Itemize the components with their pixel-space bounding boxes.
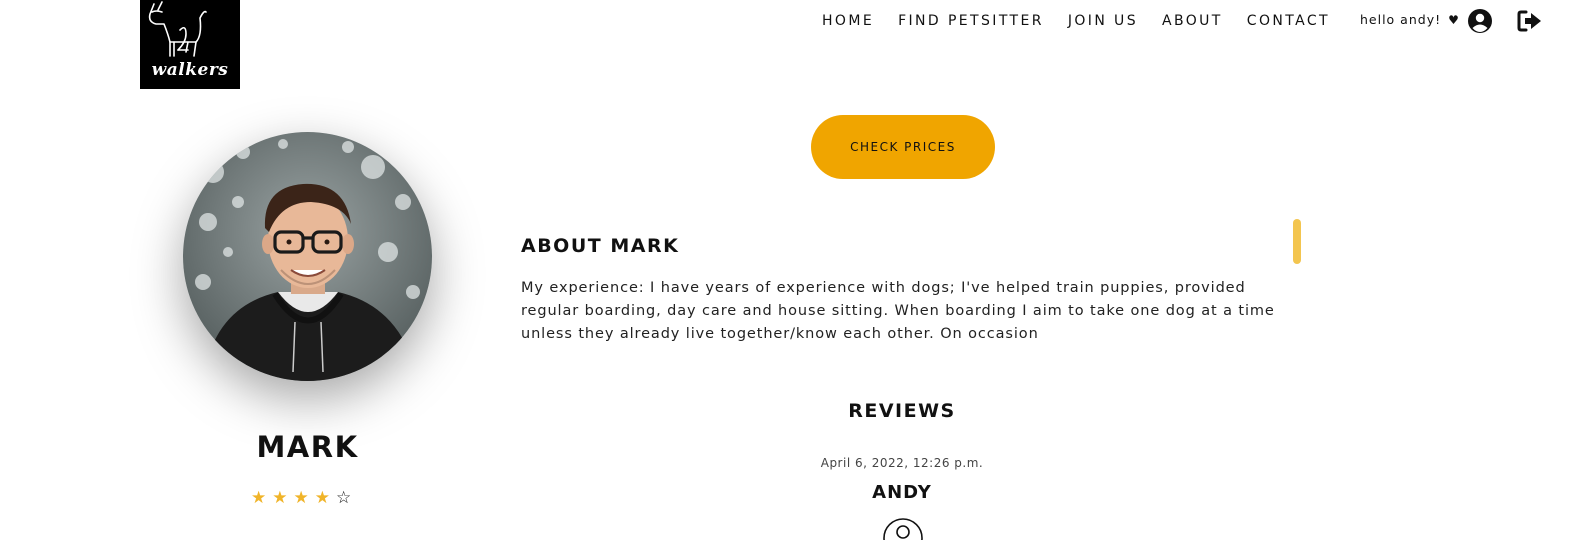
logo-wordmark: walkers [151, 60, 229, 80]
check-prices-button[interactable]: CHECK PRICES [811, 115, 995, 179]
about-text: My experience: I have years of experienc… [521, 280, 1275, 342]
main-nav: HOME FIND PETSITTER JOIN US ABOUT CONTAC… [822, 11, 1354, 31]
star-filled-icon: ★ [314, 488, 330, 508]
review-date: April 6, 2022, 12:26 p.m. [820, 456, 984, 470]
reviewer-avatar-icon [883, 518, 923, 540]
greeting-text: hello andy! [1360, 12, 1442, 27]
profile-portrait-image [183, 132, 432, 381]
star-empty-icon: ☆ [336, 488, 352, 508]
rating-stars: ★ ★ ★ ★ ☆ [251, 488, 351, 508]
nav-find-petsitter[interactable]: FIND PETSITTER [898, 13, 1044, 29]
nav-about[interactable]: ABOUT [1162, 13, 1223, 29]
logout-icon[interactable] [1517, 9, 1543, 33]
star-filled-icon: ★ [251, 488, 267, 508]
nav-contact[interactable]: CONTACT [1247, 13, 1330, 29]
profile-name: MARK [256, 430, 359, 464]
review-author: ANDY [872, 482, 932, 503]
user-circle-icon[interactable] [1467, 8, 1493, 34]
star-filled-icon: ★ [293, 488, 309, 508]
about-scrollbar-thumb[interactable] [1293, 219, 1301, 264]
profile-photo [183, 132, 432, 381]
star-filled-icon: ★ [272, 488, 288, 508]
page: walkers HOME FIND PETSITTER JOIN US ABOU… [0, 0, 1577, 540]
site-logo[interactable]: walkers [140, 0, 240, 89]
heart-icon: ♥ [1448, 13, 1460, 27]
nav-home[interactable]: HOME [822, 13, 874, 29]
about-heading: ABOUT MARK [521, 235, 680, 257]
nav-join-us[interactable]: JOIN US [1068, 13, 1138, 29]
reviews-heading: REVIEWS [848, 400, 956, 422]
user-greeting: hello andy! ♥ [1360, 12, 1460, 27]
